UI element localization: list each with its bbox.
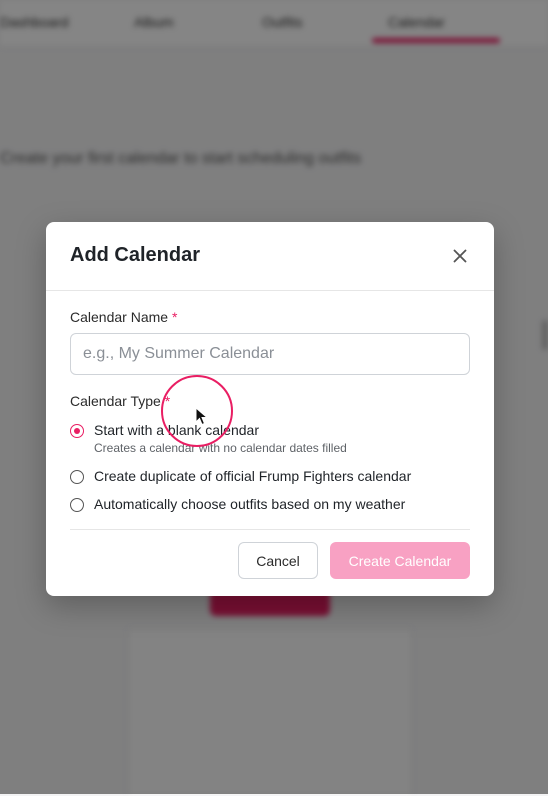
radio-option-weather[interactable]: Automatically choose outfits based on my… (70, 496, 470, 516)
calendar-name-label-text: Calendar Name (70, 309, 169, 325)
radio-button[interactable] (70, 470, 84, 484)
calendar-name-label: Calendar Name * (70, 309, 177, 325)
cancel-button[interactable]: Cancel (238, 542, 318, 579)
required-mark: * (171, 309, 178, 325)
add-calendar-dialog: Add Calendar Calendar Name * Calendar Ty… (46, 222, 494, 596)
dialog-title: Add Calendar (70, 244, 201, 266)
radio-option-duplicate[interactable]: Create duplicate of official Frump Fight… (70, 468, 470, 488)
calendar-name-input[interactable] (70, 333, 470, 375)
radio-button-selected[interactable] (70, 424, 84, 438)
radio-button[interactable] (70, 498, 84, 512)
footer-divider (70, 529, 470, 530)
mouse-pointer-icon (195, 407, 209, 426)
close-button[interactable] (448, 244, 472, 268)
calendar-type-label: Calendar Type * (70, 393, 170, 409)
radio-option-blank[interactable]: Start with a blank calendar Creates a ca… (70, 422, 470, 458)
radio-option-description: Creates a calendar with no calendar date… (94, 441, 347, 455)
dialog-header: Add Calendar (46, 222, 494, 291)
radio-option-label: Create duplicate of official Frump Fight… (94, 468, 412, 484)
close-icon (453, 249, 467, 263)
radio-option-label: Automatically choose outfits based on my… (94, 496, 406, 512)
calendar-type-label-text: Calendar Type (70, 393, 161, 409)
create-calendar-button[interactable]: Create Calendar (330, 542, 470, 579)
